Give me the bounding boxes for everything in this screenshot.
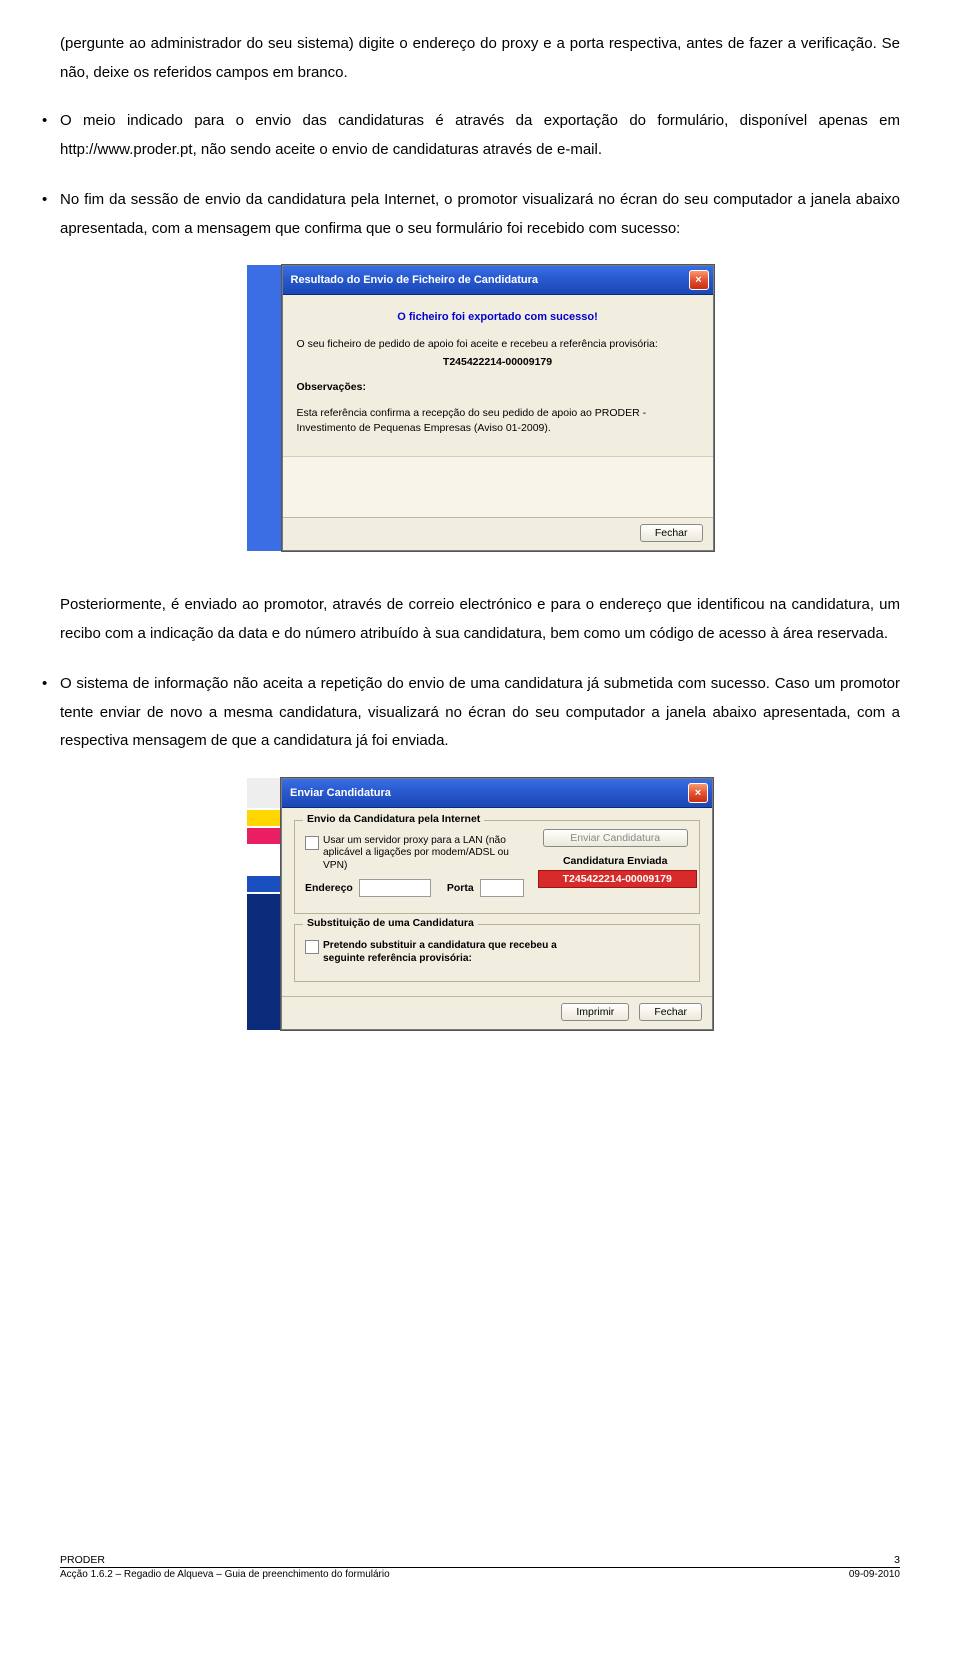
reference-intro: O seu ficheiro de pedido de apoio foi ac…	[297, 337, 699, 352]
dialog-result: Resultado do Envio de Ficheiro de Candid…	[282, 265, 714, 551]
stripe-pink	[247, 828, 281, 844]
bullet-icon: •	[42, 670, 47, 699]
reference-block: O seu ficheiro de pedido de apoio foi ac…	[297, 337, 699, 370]
fieldset-substituicao: Substituição de uma Candidatura Pretendo…	[294, 924, 700, 983]
endereco-label: Endereço	[305, 882, 353, 894]
address-port-row: Endereço Porta	[305, 879, 524, 897]
dialog-title: Enviar Candidatura	[290, 787, 391, 799]
footer-top-row: PRODER 3	[60, 1554, 900, 1568]
footer-page-number: 3	[894, 1554, 900, 1566]
imprimir-button[interactable]: Imprimir	[561, 1003, 629, 1021]
dialog-title: Resultado do Envio de Ficheiro de Candid…	[291, 274, 539, 286]
footer-bottom-row: Acção 1.6.2 – Regadio de Alqueva – Guia …	[60, 1569, 900, 1580]
paragraph: Posteriormente, é enviado ao promotor, a…	[60, 591, 900, 648]
bullet-icon: •	[42, 186, 47, 215]
footer-proder: PRODER	[60, 1554, 105, 1566]
bullet-text: O meio indicado para o envio das candida…	[60, 112, 900, 158]
bullet-text: No fim da sessão de envio da candidatura…	[60, 191, 900, 237]
dialog-body: Envio da Candidatura pela Internet Usar …	[282, 808, 712, 997]
success-message: O ficheiro foi exportado com sucesso!	[297, 311, 699, 323]
porta-input[interactable]	[480, 879, 524, 897]
footer-date: 09-09-2010	[849, 1569, 900, 1580]
observations-label: Observações:	[297, 380, 699, 395]
screenshot-container-2: Enviar Candidatura × Envio da Candidatur…	[60, 778, 900, 1031]
page-footer: PRODER 3 Acção 1.6.2 – Regadio de Alquev…	[60, 1554, 900, 1580]
proxy-label: Usar um servidor proxy para a LAN (não a…	[323, 835, 524, 873]
endereco-input[interactable]	[359, 879, 431, 897]
screenshot-fragment-row: Resultado do Envio de Ficheiro de Candid…	[247, 265, 714, 551]
stripe-yellow	[247, 810, 281, 826]
substitute-checkbox[interactable]	[305, 940, 319, 954]
candidatura-enviada-label: Candidatura Enviada	[538, 855, 693, 867]
proxy-checkbox[interactable]	[305, 836, 319, 850]
dialog-enviar-candidatura: Enviar Candidatura × Envio da Candidatur…	[281, 778, 713, 1031]
close-icon[interactable]: ×	[688, 783, 708, 803]
close-icon[interactable]: ×	[689, 270, 709, 290]
bullet-paragraph: • O meio indicado para o envio das candi…	[60, 107, 900, 164]
stripe-blue	[247, 876, 281, 892]
fieldset-legend-envio: Envio da Candidatura pela Internet	[303, 813, 484, 825]
bullet-paragraph: • O sistema de informação não aceita a r…	[60, 670, 900, 756]
color-stripes	[247, 778, 281, 1031]
titlebar: Enviar Candidatura ×	[282, 779, 712, 808]
fieldset-legend-substituicao: Substituição de uma Candidatura	[303, 917, 478, 929]
screenshot-fragment-row: Enviar Candidatura × Envio da Candidatur…	[247, 778, 713, 1031]
fieldset-envio: Envio da Candidatura pela Internet Usar …	[294, 820, 700, 914]
bullet-icon: •	[42, 107, 47, 136]
screenshot-container-1: Resultado do Envio de Ficheiro de Candid…	[60, 265, 900, 551]
dialog-button-bar: Fechar	[283, 517, 713, 550]
fechar-button[interactable]: Fechar	[639, 1003, 702, 1021]
dialog-button-bar: Imprimir Fechar	[282, 996, 712, 1029]
bullet-paragraph: • No fim da sessão de envio da candidatu…	[60, 186, 900, 243]
background-window-fragment	[247, 778, 281, 1031]
substitute-row: Pretendo substituir a candidatura que re…	[305, 939, 689, 966]
footer-action-title: Acção 1.6.2 – Regadio de Alqueva – Guia …	[60, 1569, 390, 1580]
substitute-label: Pretendo substituir a candidatura que re…	[323, 939, 583, 966]
bullet-text: O sistema de informação não aceita a rep…	[60, 675, 900, 749]
enviar-candidatura-button[interactable]: Enviar Candidatura	[543, 829, 688, 847]
observations-text: Esta referência confirma a recepção do s…	[297, 406, 699, 436]
titlebar: Resultado do Envio de Ficheiro de Candid…	[283, 266, 713, 295]
reference-number: T245422214-00009179	[297, 355, 699, 370]
dialog-body: O ficheiro foi exportado com sucesso! O …	[283, 295, 713, 456]
reference-banner: T245422214-00009179	[538, 870, 697, 888]
send-status-column: Enviar Candidatura Candidatura Enviada T…	[538, 829, 693, 888]
background-window-fragment	[247, 265, 282, 551]
paragraph-continued: (pergunte ao administrador do seu sistem…	[60, 30, 900, 87]
proxy-column: Usar um servidor proxy para a LAN (não a…	[305, 829, 524, 903]
stripe-navy	[247, 894, 281, 1031]
document-page: (pergunte ao administrador do seu sistem…	[0, 0, 960, 1600]
dialog-spacer	[283, 456, 713, 517]
porta-label: Porta	[447, 882, 474, 894]
fechar-button[interactable]: Fechar	[640, 524, 703, 542]
proxy-row: Usar um servidor proxy para a LAN (não a…	[305, 835, 524, 873]
